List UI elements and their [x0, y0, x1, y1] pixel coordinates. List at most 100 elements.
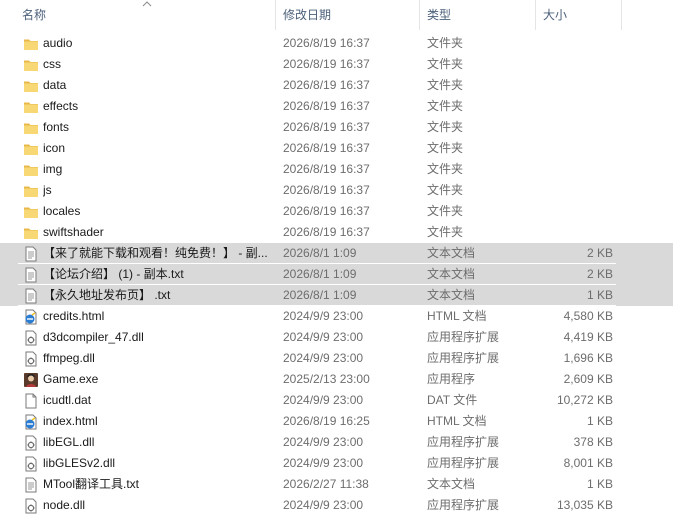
folder-icon — [23, 36, 39, 52]
dat-file-icon — [23, 393, 39, 409]
text-file-icon — [23, 477, 39, 493]
file-size: 1 KB — [586, 288, 613, 302]
file-row[interactable]: libGLESv2.dll 2024/9/9 23:00 应用程序扩展 8,001 K… — [0, 453, 673, 474]
file-type: 应用程序扩展 — [427, 456, 500, 470]
file-type: 文本文档 — [427, 267, 476, 281]
file-row[interactable]: swiftshader 2026/8/19 16:37 文件夹 — [0, 222, 673, 243]
file-row[interactable]: effects 2026/8/19 16:37 文件夹 — [0, 96, 673, 117]
file-type: 应用程序扩展 — [427, 330, 500, 344]
text-file-icon — [23, 288, 39, 304]
file-size: 2 KB — [586, 267, 613, 281]
folder-icon — [23, 162, 39, 178]
sort-ascending-icon — [142, 1, 152, 7]
file-type: HTML 文档 — [427, 414, 487, 428]
file-row[interactable]: Game.exe 2025/2/13 23:00 应用程序 2,609 KB — [0, 369, 673, 390]
file-type: 应用程序 — [427, 372, 476, 386]
file-date: 2026/8/19 16:37 — [283, 141, 370, 155]
html-file-icon — [23, 309, 39, 325]
file-name: css — [43, 57, 61, 71]
column-header-date-label: 修改日期 — [283, 8, 332, 22]
file-type: 文件夹 — [427, 36, 464, 50]
column-header-size-label: 大小 — [543, 8, 568, 22]
file-row[interactable]: icudtl.dat 2024/9/9 23:00 DAT 文件 10,272 KB — [0, 390, 673, 411]
column-header-type[interactable]: 类型 — [421, 0, 535, 30]
column-header-size[interactable]: 大小 — [537, 0, 621, 30]
column-header-date[interactable]: 修改日期 — [277, 0, 419, 30]
folder-icon — [23, 57, 39, 73]
folder-icon — [23, 78, 39, 94]
file-name: libGLESv2.dll — [43, 456, 116, 470]
folder-icon — [23, 183, 39, 199]
file-date: 2024/9/9 23:00 — [283, 435, 364, 449]
file-date: 2026/8/19 16:37 — [283, 99, 370, 113]
file-name: 【来了就能下载和观看！纯免费！】 - 副... — [43, 246, 268, 260]
dll-file-icon — [23, 351, 39, 367]
file-name: swiftshader — [43, 225, 104, 239]
file-size: 378 KB — [573, 435, 613, 449]
file-name: icon — [43, 141, 66, 155]
file-row[interactable]: 【来了就能下载和观看！纯免费！】 - 副... 2026/8/1 1:09 文本文档… — [0, 243, 673, 264]
file-list: audio 2026/8/19 16:37 文件夹 css 2026/8/19 16:3… — [0, 33, 673, 516]
dll-file-icon — [23, 456, 39, 472]
column-separator[interactable] — [621, 0, 622, 30]
file-date: 2026/8/19 16:37 — [283, 57, 370, 71]
file-type: 文件夹 — [427, 141, 464, 155]
file-type: 文本文档 — [427, 477, 476, 491]
file-size: 2 KB — [586, 246, 613, 260]
file-row[interactable]: css 2026/8/19 16:37 文件夹 — [0, 54, 673, 75]
file-type: 文本文档 — [427, 288, 476, 302]
file-type: HTML 文档 — [427, 309, 487, 323]
file-date: 2026/8/1 1:09 — [283, 246, 357, 260]
file-row[interactable]: index.html 2026/8/19 16:25 HTML 文档 1 KB — [0, 411, 673, 432]
file-type: 应用程序扩展 — [427, 351, 500, 365]
file-row[interactable]: libEGL.dll 2024/9/9 23:00 应用程序扩展 378 KB — [0, 432, 673, 453]
file-date: 2026/8/1 1:09 — [283, 267, 357, 281]
file-row[interactable]: ffmpeg.dll 2024/9/9 23:00 应用程序扩展 1,696 KB — [0, 348, 673, 369]
file-name: img — [43, 162, 63, 176]
file-name: ffmpeg.dll — [43, 351, 95, 365]
file-date: 2025/2/13 23:00 — [283, 372, 370, 386]
text-file-icon — [23, 267, 39, 283]
file-type: DAT 文件 — [427, 393, 478, 407]
file-name: libEGL.dll — [43, 435, 95, 449]
file-date: 2026/8/19 16:37 — [283, 183, 370, 197]
file-name: credits.html — [43, 309, 105, 323]
file-row[interactable]: audio 2026/8/19 16:37 文件夹 — [0, 33, 673, 54]
file-name: effects — [43, 99, 79, 113]
file-date: 2026/2/27 11:38 — [283, 477, 369, 491]
file-date: 2024/9/9 23:00 — [283, 456, 364, 470]
file-row[interactable]: img 2026/8/19 16:37 文件夹 — [0, 159, 673, 180]
file-row[interactable]: credits.html 2024/9/9 23:00 HTML 文档 4,580 K… — [0, 306, 673, 327]
folder-icon — [23, 99, 39, 115]
file-date: 2026/8/19 16:37 — [283, 204, 370, 218]
folder-icon — [23, 225, 39, 241]
file-type: 文件夹 — [427, 99, 464, 113]
file-date: 2024/9/9 23:00 — [283, 330, 364, 344]
file-row[interactable]: fonts 2026/8/19 16:37 文件夹 — [0, 117, 673, 138]
file-name: 【永久地址发布页】 .txt — [43, 288, 171, 302]
file-date: 2026/8/19 16:25 — [283, 414, 370, 428]
column-separator[interactable] — [535, 0, 536, 30]
file-name: locales — [43, 204, 81, 218]
column-separator[interactable] — [275, 0, 276, 30]
column-separator[interactable] — [419, 0, 420, 30]
file-row[interactable]: d3dcompiler_47.dll 2024/9/9 23:00 应用程序扩展 4,… — [0, 327, 673, 348]
file-row[interactable]: 【论坛介绍】 (1) - 副本.txt 2026/8/1 1:09 文本文档 2 KB — [0, 264, 673, 285]
column-header-type-label: 类型 — [427, 8, 452, 22]
column-header-bar: 名称 修改日期 类型 大小 — [0, 0, 673, 30]
file-type: 文本文档 — [427, 246, 476, 260]
file-name: Game.exe — [43, 372, 99, 386]
file-date: 2024/9/9 23:00 — [283, 393, 364, 407]
text-file-icon — [23, 246, 39, 262]
file-type: 文件夹 — [427, 57, 464, 71]
file-row[interactable]: js 2026/8/19 16:37 文件夹 — [0, 180, 673, 201]
file-name: 【论坛介绍】 (1) - 副本.txt — [43, 267, 184, 281]
file-row[interactable]: data 2026/8/19 16:37 文件夹 — [0, 75, 673, 96]
file-row[interactable]: icon 2026/8/19 16:37 文件夹 — [0, 138, 673, 159]
file-size: 1,696 KB — [563, 351, 613, 365]
file-row[interactable]: 【永久地址发布页】 .txt 2026/8/1 1:09 文本文档 1 KB — [0, 285, 673, 306]
dll-file-icon — [23, 498, 39, 514]
folder-icon — [23, 120, 39, 136]
file-row[interactable]: MTool翻译工具.txt 2026/2/27 11:38 文本文档 1 KB — [0, 474, 673, 495]
file-row[interactable]: locales 2026/8/19 16:37 文件夹 — [0, 201, 673, 222]
